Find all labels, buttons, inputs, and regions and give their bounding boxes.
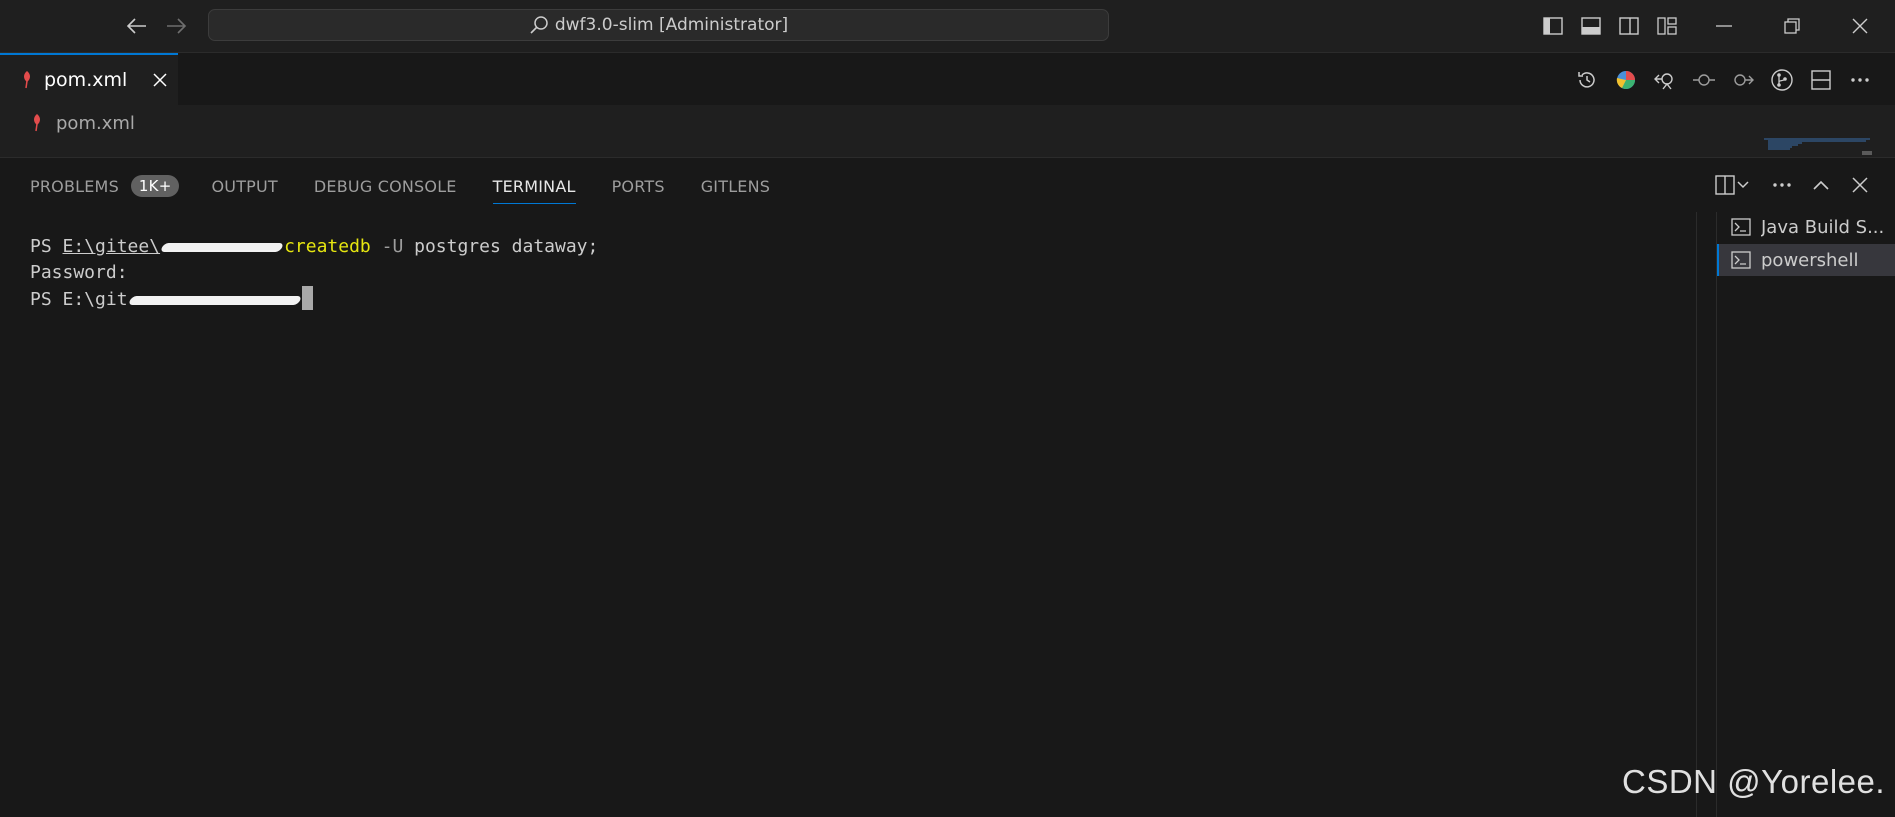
tab-terminal[interactable]: TERMINAL [492,168,576,204]
restore-icon [1784,18,1800,34]
terminal-scrollbar[interactable] [1696,212,1717,817]
terminal-tab-label: powershell [1761,249,1859,271]
command-center[interactable]: dwf3.0-slim [Administrator] [208,9,1109,41]
launch-profile-dropdown[interactable] [1732,170,1754,200]
watermark: CSDN @Yorelee. [1622,763,1886,800]
arrow-right-icon [165,17,187,35]
tab-terminal-label: TERMINAL [492,176,576,196]
problems-count-badge: 1K+ [130,175,180,197]
prompt-prefix: PS [30,236,63,257]
tab-output-label: OUTPUT [211,176,278,196]
tab-gitlens[interactable]: GITLENS [701,168,770,204]
redaction-mark [127,295,302,305]
close-panel-icon [1852,177,1868,193]
breadcrumb-file[interactable]: pom.xml [56,113,135,134]
password-prompt: Password: [30,262,128,283]
breadcrumb[interactable]: pom.xml [32,109,135,137]
panel-tab-bar: PROBLEMS 1K+ OUTPUT DEBUG CONSOLE TERMIN… [30,168,770,204]
tab-output[interactable]: OUTPUT [211,168,277,204]
terminal-tab-java-build[interactable]: Java Build S... [1717,211,1895,243]
prompt-current: PS E:\git [30,289,128,310]
compare-button[interactable] [1648,65,1682,95]
split-editor-button[interactable] [1804,65,1838,95]
more-actions-icon [1772,182,1792,188]
split-editor-icon [1811,70,1831,90]
terminal-tab-powershell[interactable]: powershell [1717,244,1895,276]
tab-debug-console-label: DEBUG CONSOLE [313,176,457,196]
redaction-mark [159,242,285,252]
compare-icon [1653,69,1677,91]
timeline-icon [1576,69,1598,91]
previous-change-button[interactable] [1687,65,1721,95]
terminal-cursor [301,286,313,310]
terminal-icon [1731,218,1751,236]
more-actions-button[interactable] [1843,65,1877,95]
forward-button[interactable] [162,13,190,39]
back-button[interactable] [123,13,151,39]
gitlens-graph-button[interactable] [1609,65,1643,95]
git-branch-button[interactable] [1765,65,1799,95]
minimap[interactable] [1762,137,1872,155]
toggle-panel-button[interactable] [1576,12,1606,40]
tab-problems[interactable]: PROBLEMS 1K+ [30,168,180,204]
command-args: postgres dataway; [414,236,599,257]
command-center-label: dwf3.0-slim [Administrator] [554,15,789,35]
command-name: createdb [284,236,371,257]
restore-button[interactable] [1758,0,1826,52]
terminal-output[interactable]: PS E:\gitee\ createdb -U postgres dataway… [30,234,1690,312]
toggle-primary-sidebar-icon [1543,17,1563,35]
editor-area[interactable] [0,105,1895,157]
tab-label: pom.xml [44,69,128,91]
panel-more-actions-button[interactable] [1765,170,1799,200]
arrow-left-icon [126,17,148,35]
xml-file-icon [32,114,42,132]
maximize-panel-button[interactable] [1804,170,1838,200]
terminal-tabs-list [1716,212,1895,817]
tab-debug-console[interactable]: DEBUG CONSOLE [314,168,457,204]
tab-problems-label: PROBLEMS [30,176,119,196]
terminal-tab-label: Java Build S... [1761,216,1885,238]
more-actions-icon [1850,77,1870,83]
terminal-line: PS E:\gitee\ createdb -U postgres dataway… [30,234,1690,260]
gitlens-graph-icon [1614,69,1638,91]
toggle-panel-icon [1581,17,1601,35]
maximize-panel-icon [1813,180,1829,190]
search-icon [529,15,549,35]
customize-layout-icon [1657,17,1677,35]
toggle-secondary-sidebar-icon [1619,17,1639,35]
xml-file-icon [22,71,32,89]
next-change-button[interactable] [1726,65,1760,95]
tab-ports-label: PORTS [611,176,665,196]
chevron-down-icon [1736,180,1750,190]
terminal-icon [1731,251,1751,269]
timeline-button[interactable] [1570,65,1604,95]
minimize-icon [1716,25,1732,27]
minimize-button[interactable] [1690,0,1758,52]
tab-ports[interactable]: PORTS [612,168,665,204]
terminal-line: PS E:\git [30,286,1690,312]
customize-layout-button[interactable] [1652,12,1682,40]
git-branch-icon [1770,68,1794,92]
previous-change-icon [1692,69,1716,91]
close-panel-button[interactable] [1843,170,1877,200]
next-change-icon [1731,69,1755,91]
command-option: -U [370,236,415,257]
tab-pom-xml[interactable]: pom.xml [0,53,178,105]
close-icon [1852,18,1868,34]
tab-gitlens-label: GITLENS [700,176,771,196]
toggle-primary-sidebar-button[interactable] [1538,12,1568,40]
prompt-path: E:\gitee\ [62,236,161,257]
close-window-button[interactable] [1826,0,1894,52]
toggle-secondary-sidebar-button[interactable] [1614,12,1644,40]
close-tab-icon[interactable] [153,73,167,87]
terminal-line: Password: [30,260,1690,286]
